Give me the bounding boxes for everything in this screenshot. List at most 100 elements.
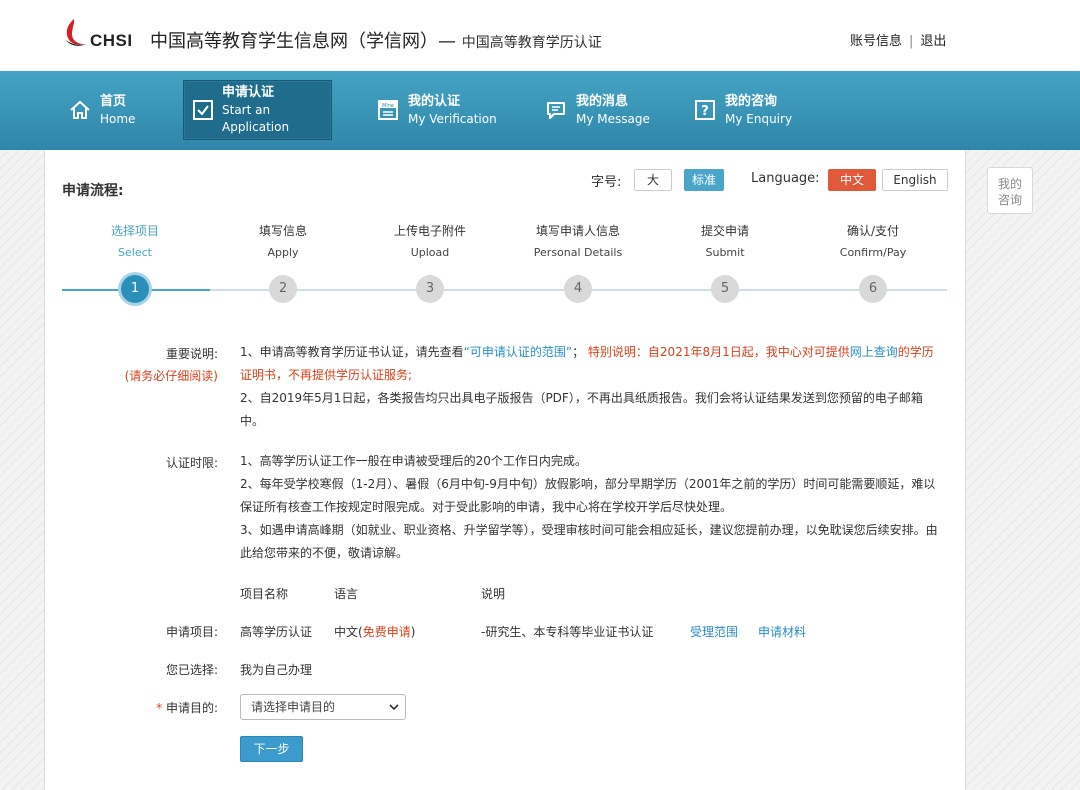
nav-start-label: 申请认证 bbox=[222, 85, 275, 100]
nav-enquiry-label: 我的咨询 bbox=[725, 93, 778, 109]
step-select: 选择项目 Select bbox=[75, 222, 195, 259]
important-label: 重要说明: bbox=[165, 347, 218, 361]
next-step-button[interactable]: 下一步 bbox=[240, 736, 303, 762]
col-description: 说明 bbox=[481, 587, 506, 601]
home-icon bbox=[68, 98, 92, 122]
step-label-en: Upload bbox=[410, 246, 450, 259]
online-query-link[interactable]: 网上查询 bbox=[850, 345, 898, 359]
checkbox-icon bbox=[192, 98, 214, 122]
step-circle-6: 6 bbox=[859, 275, 887, 303]
nav-start-application[interactable]: 申请认证 Start an Application bbox=[183, 80, 332, 140]
account-info-link[interactable]: 账号信息 bbox=[850, 34, 902, 49]
top-bar: CHSI 中国高等教育学生信息网（学信网）— 中国高等教育学历认证 账号信息 | 退… bbox=[0, 0, 1080, 71]
acceptance-scope-link[interactable]: 受理范围 bbox=[690, 623, 738, 640]
site-title: 中国高等教育学生信息网（学信网）— 中国高等教育学历认证 bbox=[150, 27, 602, 53]
step-circle-2: 2 bbox=[269, 275, 297, 303]
language-label: Language: bbox=[751, 171, 820, 186]
nav-message-label: 我的消息 bbox=[576, 93, 629, 109]
chevron-down-icon bbox=[389, 704, 399, 711]
step-submit: 提交申请 Submit bbox=[665, 222, 785, 259]
my-enquiry-side-tab[interactable]: 我的 咨询 bbox=[987, 167, 1033, 214]
note-1-punct: ； bbox=[572, 345, 585, 359]
language-english-button[interactable]: English bbox=[882, 169, 948, 191]
logout-link[interactable]: 退出 bbox=[920, 34, 946, 49]
nav-enquiry-label-en: My Enquiry bbox=[725, 111, 793, 126]
col-language: 语言 bbox=[334, 587, 359, 601]
step-label-en: Confirm/Pay bbox=[839, 246, 907, 259]
mine-icon: Mine bbox=[376, 98, 400, 122]
important-notes: 1、申请高等教育学历证书认证，请先查看“可申请认证的范围”； 特别说明：自202… bbox=[240, 341, 940, 433]
side-tab-line1: 我的 bbox=[997, 177, 1022, 191]
svg-text:?: ? bbox=[701, 104, 709, 119]
step-label-cn: 确认/支付 bbox=[846, 224, 900, 238]
step-label-en: Apply bbox=[267, 246, 299, 259]
step-apply: 填写信息 Apply bbox=[223, 222, 343, 259]
account-separator: | bbox=[909, 34, 914, 49]
step-circle-1: 1 bbox=[121, 275, 149, 303]
step-circle-4: 4 bbox=[564, 275, 592, 303]
nav-home-label-en: Home bbox=[100, 111, 136, 126]
time-note-3: 3、如遇申请高峰期（如就业、职业资格、升学留学等），受理审核时间可能会相应延长，… bbox=[240, 523, 938, 560]
project-description: -研究生、本专科等毕业证书认证 bbox=[481, 625, 654, 639]
step-circle-5: 5 bbox=[711, 275, 739, 303]
font-standard-button[interactable]: 标准 bbox=[684, 169, 724, 191]
purpose-label: * 申请目的: bbox=[140, 699, 218, 716]
nav-start-label-en: Start an Application bbox=[222, 103, 290, 134]
note-1-text: 1、申请高等教育学历证书认证，请先查看 bbox=[240, 345, 464, 359]
nav-verification-label: 我的认证 bbox=[408, 93, 461, 109]
project-name: 高等学历认证 bbox=[240, 625, 313, 639]
nav-home-label: 首页 bbox=[100, 93, 127, 109]
time-note-1: 1、高等学历认证工作一般在申请被受理后的20个工作日内完成。 bbox=[240, 454, 587, 468]
note-1-special: 特别说明：自2021年8月1日起，我中心对可提供 bbox=[587, 345, 850, 359]
time-note-2: 2、每年受学校寒假（1-2月）、暑假（6月中旬-9月中旬）放假影响，部分早期学历… bbox=[240, 477, 936, 514]
main-nav: 首页 Home 申请认证 Start an Application Mine 我… bbox=[0, 71, 1080, 150]
note-1: 1、申请高等教育学历证书认证，请先查看“可申请认证的范围”； 特别说明：自202… bbox=[240, 341, 940, 387]
step-label-en: Submit bbox=[705, 246, 745, 259]
step-label-cn: 填写信息 bbox=[258, 224, 307, 238]
site-title-main: 中国高等教育学生信息网（学信网）— bbox=[150, 31, 456, 52]
step-label-cn: 上传电子附件 bbox=[393, 224, 466, 238]
selected-value: 我为自己办理 bbox=[240, 663, 313, 677]
application-materials-link[interactable]: 申请材料 bbox=[758, 623, 806, 640]
account-links: 账号信息 | 退出 bbox=[850, 30, 946, 49]
side-tab-line2: 咨询 bbox=[997, 193, 1022, 207]
step-label-en: Personal Details bbox=[533, 246, 623, 259]
purpose-select-value: 请选择申请目的 bbox=[251, 700, 336, 714]
project-row-label: 申请项目: bbox=[165, 625, 218, 639]
project-language-close: ) bbox=[410, 625, 416, 639]
time-limit-notes: 1、高等学历认证工作一般在申请被受理后的20个工作日内完成。 2、每年受学校寒假… bbox=[240, 450, 940, 565]
step-circle-3: 3 bbox=[416, 275, 444, 303]
note-2: 2、自2019年5月1日起，各类报告均只出具电子版报告（PDF），不再出具纸质报… bbox=[240, 391, 923, 428]
step-label-cn: 填写申请人信息 bbox=[535, 224, 620, 238]
scope-link[interactable]: “可申请认证的范围” bbox=[464, 345, 572, 359]
step-confirm-pay: 确认/支付 Confirm/Pay bbox=[813, 222, 933, 259]
font-size-label: 字号: bbox=[591, 175, 622, 190]
process-title: 申请流程: bbox=[62, 183, 124, 199]
nav-message-label-en: My Message bbox=[576, 111, 650, 126]
purpose-select[interactable]: 请选择申请目的 bbox=[240, 694, 406, 720]
nav-verification-label-en: My Verification bbox=[408, 111, 497, 126]
svg-text:Mine: Mine bbox=[382, 103, 394, 109]
col-project-name: 项目名称 bbox=[240, 587, 289, 601]
step-label-cn: 提交申请 bbox=[700, 224, 749, 238]
step-label-cn: 选择项目 bbox=[110, 224, 159, 238]
time-limit-label: 认证时限: bbox=[165, 456, 218, 470]
nav-home[interactable]: 首页 Home bbox=[68, 80, 135, 140]
nav-my-message[interactable]: 我的消息 My Message bbox=[544, 80, 650, 140]
nav-my-enquiry[interactable]: ? 我的咨询 My Enquiry bbox=[693, 80, 792, 140]
message-icon bbox=[544, 98, 568, 122]
free-application-tag: 免费申请 bbox=[362, 625, 411, 639]
step-label-en: Select bbox=[118, 246, 152, 259]
font-large-button[interactable]: 大 bbox=[634, 169, 672, 191]
step-personal-details: 填写申请人信息 Personal Details bbox=[518, 222, 638, 259]
required-mark: * bbox=[156, 701, 163, 715]
logo-swoosh-icon bbox=[66, 19, 86, 46]
nav-my-verification[interactable]: Mine 我的认证 My Verification bbox=[376, 80, 497, 140]
important-sublabel: (请务必仔细阅读) bbox=[124, 369, 218, 383]
enquiry-icon: ? bbox=[693, 98, 717, 122]
step-upload: 上传电子附件 Upload bbox=[370, 222, 490, 259]
language-chinese-button[interactable]: 中文 bbox=[828, 169, 876, 191]
project-language: 中文(免费申请) bbox=[334, 623, 415, 640]
chsi-logo[interactable]: CHSI bbox=[60, 14, 140, 50]
purpose-label-text: 申请目的: bbox=[165, 701, 218, 715]
